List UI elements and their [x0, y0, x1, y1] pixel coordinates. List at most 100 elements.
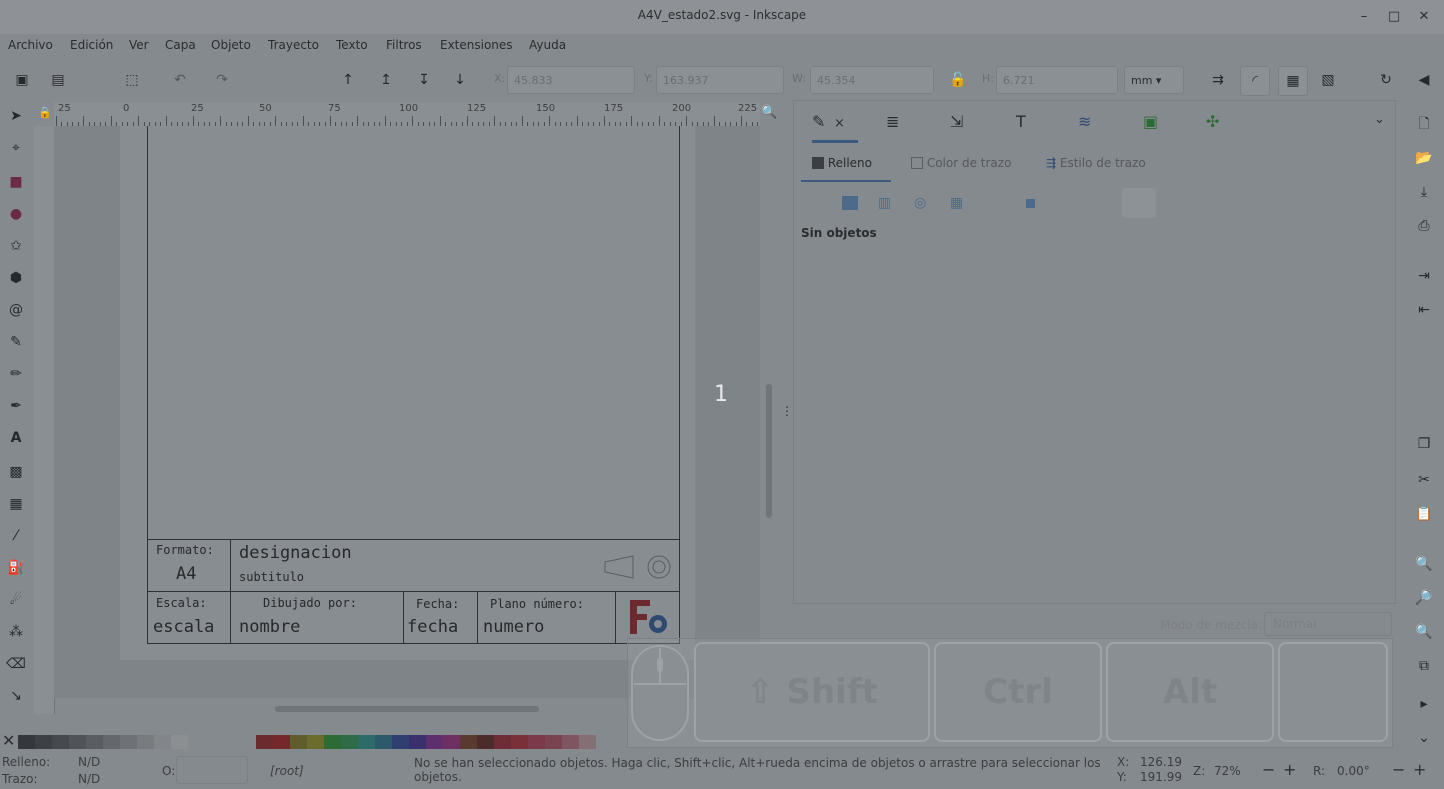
scale-corners-icon[interactable]: ◜ [1240, 66, 1270, 96]
zoom-page-icon[interactable]: 🔍 [1414, 622, 1434, 642]
menu-edicion[interactable]: Edición [70, 38, 113, 52]
current-layer[interactable]: [root] [270, 764, 304, 778]
palette-swatch[interactable] [86, 735, 103, 749]
eraser-icon[interactable]: ⌫ [6, 654, 26, 674]
lock-guides-icon[interactable]: 🔒 [38, 106, 52, 119]
rotate-cw-status-icon[interactable]: + [1413, 760, 1426, 779]
pattern-icon[interactable] [1026, 199, 1035, 208]
more-icon[interactable]: ◀ [1410, 66, 1438, 94]
pencil-icon[interactable]: ✏ [6, 364, 26, 384]
radial-gradient-icon[interactable]: ◎ [914, 195, 926, 211]
blend-mode-select[interactable]: Normal [1264, 612, 1392, 636]
tab-stroke-style[interactable]: ⇶ Estilo de trazo [1046, 156, 1146, 170]
spray-icon[interactable]: ⁂ [6, 622, 26, 642]
box3d-icon[interactable]: ⬢ [6, 268, 26, 288]
selector-icon[interactable]: ➤ [6, 106, 26, 126]
copy-icon[interactable]: ❐ [1414, 434, 1434, 454]
palette-swatch[interactable] [137, 735, 154, 749]
gradient-icon[interactable]: ▩ [6, 462, 26, 482]
import-icon[interactable]: ⇥ [1414, 266, 1434, 286]
palette-swatch[interactable] [18, 735, 35, 749]
snap-icon[interactable]: ↻ [1372, 66, 1400, 94]
h-field[interactable]: 6.721 [996, 66, 1118, 94]
raise-to-top-icon[interactable]: ↑ [334, 66, 362, 94]
bezier-icon[interactable]: ✎ [6, 332, 26, 352]
menu-objeto[interactable]: Objeto [211, 38, 251, 52]
export-doc-icon[interactable]: ⇤ [1414, 300, 1434, 320]
rotate-ccw-status-icon[interactable]: − [1392, 760, 1405, 779]
palette-swatch[interactable] [358, 735, 375, 749]
calligraphy-icon[interactable]: ✒ [6, 396, 26, 416]
palette-swatch[interactable] [477, 735, 494, 749]
rect-icon[interactable]: ■ [6, 172, 26, 192]
palette-swatch[interactable] [460, 735, 477, 749]
palette-swatch[interactable] [341, 735, 358, 749]
unset-paint-button[interactable] [1122, 188, 1156, 218]
palette-swatch[interactable] [103, 735, 120, 749]
opacity-field[interactable] [176, 756, 248, 784]
spiral-icon[interactable]: @ [6, 300, 26, 320]
image-icon[interactable]: ▣ [1143, 112, 1158, 131]
palette-swatch[interactable] [528, 735, 545, 749]
tab-close-icon[interactable]: × [834, 116, 845, 131]
paste-icon[interactable]: 📋 [1414, 504, 1434, 524]
palette-swatch[interactable] [256, 735, 273, 749]
horizontal-scrollbar[interactable] [275, 706, 539, 712]
palette-swatch[interactable] [307, 735, 324, 749]
symbols-icon[interactable]: ✣ [1206, 112, 1219, 131]
palette-swatch[interactable] [375, 735, 392, 749]
connector-icon[interactable]: ↘ [6, 686, 26, 706]
panel-handle-icon[interactable]: ⋮ [781, 404, 793, 418]
w-field[interactable]: 45.354 [810, 66, 934, 94]
linear-gradient-icon[interactable]: ▥ [878, 195, 891, 211]
no-paint-icon[interactable]: ✕ [2, 733, 15, 749]
palette-swatch[interactable] [324, 735, 341, 749]
select-all-layers-icon[interactable]: ▤ [44, 66, 72, 94]
print-icon[interactable]: ⎙ [1414, 216, 1434, 236]
mesh-gradient-icon[interactable]: ▦ [950, 195, 963, 211]
palette-swatch[interactable] [511, 735, 528, 749]
palette-swatch[interactable] [494, 735, 511, 749]
minimize-button[interactable]: – [1355, 8, 1373, 26]
zoom-corner-icon[interactable]: 🔍 [761, 105, 777, 120]
menu-extensiones[interactable]: Extensiones [440, 38, 513, 52]
palette-swatch[interactable] [562, 735, 579, 749]
vertical-scrollbar[interactable] [766, 384, 772, 518]
menu-filtros[interactable]: Filtros [386, 38, 422, 52]
xml-editor-icon[interactable]: ≣ [886, 112, 899, 131]
transform-patterns-icon[interactable]: ▧ [1314, 66, 1342, 94]
rotate-ccw-icon[interactable]: ↶ [166, 66, 194, 94]
palette-swatch[interactable] [35, 735, 52, 749]
palette-swatch[interactable] [120, 735, 137, 749]
zoom-value[interactable]: 72% [1214, 764, 1241, 778]
menu-texto[interactable]: Texto [336, 38, 368, 52]
scroll-down-icon[interactable]: ⌄ [1414, 728, 1434, 748]
palette-swatch[interactable] [426, 735, 443, 749]
palette-swatch[interactable] [545, 735, 562, 749]
star-icon[interactable]: ✩ [6, 236, 26, 256]
x-field[interactable]: 45.833 [507, 66, 635, 94]
paintbucket-icon[interactable]: ⛽ [6, 558, 26, 578]
menu-trayecto[interactable]: Trayecto [268, 38, 319, 52]
palette-swatch[interactable] [154, 735, 171, 749]
palette-swatch[interactable] [579, 735, 596, 749]
palette-swatch[interactable] [409, 735, 426, 749]
palette-swatch[interactable] [52, 735, 69, 749]
menu-ayuda[interactable]: Ayuda [529, 38, 566, 52]
unit-select[interactable]: mm ▾ [1124, 66, 1184, 94]
fill-stroke-tab-icon[interactable]: ✎ [812, 112, 825, 131]
mesh-icon[interactable]: ▦ [6, 494, 26, 514]
lock-icon[interactable]: 🔓 [944, 66, 972, 94]
rotate-value[interactable]: 0.00° [1337, 764, 1370, 778]
raise-icon[interactable]: ↥ [372, 66, 400, 94]
menu-ver[interactable]: Ver [129, 38, 149, 52]
cut-icon[interactable]: ✂ [1414, 470, 1434, 490]
menu-capa[interactable]: Capa [165, 38, 196, 52]
palette-swatch[interactable] [392, 735, 409, 749]
scale-stroke-icon[interactable]: ⇉ [1204, 66, 1232, 94]
export-icon[interactable]: ⇲ [950, 112, 963, 131]
flat-color-icon[interactable] [842, 196, 858, 210]
deselect-icon[interactable]: ⬚ [118, 66, 146, 94]
palette-swatch[interactable] [273, 735, 290, 749]
palette-swatch[interactable] [69, 735, 86, 749]
